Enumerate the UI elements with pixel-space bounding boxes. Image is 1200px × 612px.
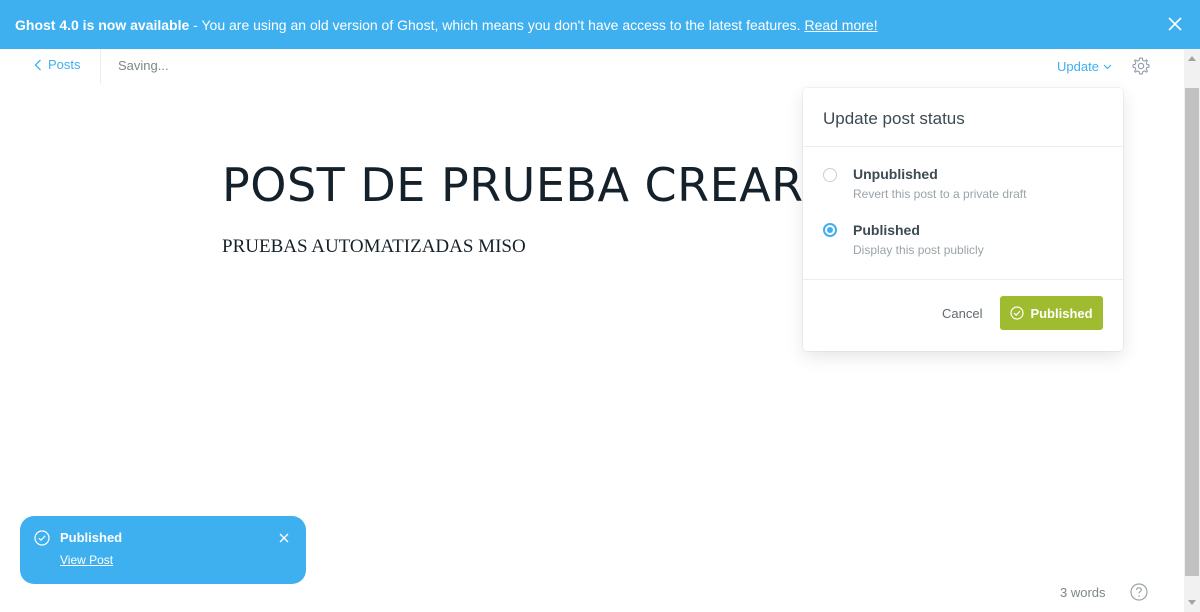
save-status: Saving... bbox=[118, 58, 169, 73]
update-banner: Ghost 4.0 is now available - You are usi… bbox=[0, 0, 1200, 49]
post-body-editor[interactable]: PRUEBAS AUTOMATIZADAS MISO bbox=[222, 236, 526, 258]
toast-title: Published bbox=[60, 530, 123, 545]
word-count: 3 words bbox=[1060, 585, 1106, 600]
published-button[interactable]: Published bbox=[1000, 296, 1103, 330]
unpublished-description: Revert this post to a private draft bbox=[853, 187, 1027, 201]
published-button-label: Published bbox=[1030, 305, 1093, 321]
editor-header: Posts Saving... Update bbox=[0, 49, 1184, 85]
dropdown-title: Update post status bbox=[803, 88, 1123, 147]
unpublished-radio[interactable] bbox=[823, 168, 837, 182]
update-label: Update bbox=[1057, 59, 1099, 74]
published-radio[interactable] bbox=[823, 223, 837, 237]
read-more-link[interactable]: Read more! bbox=[804, 17, 877, 33]
close-icon[interactable] bbox=[278, 532, 290, 544]
scroll-down-arrow-icon[interactable] bbox=[1188, 600, 1196, 605]
banner-message: Ghost 4.0 is now available - You are usi… bbox=[0, 17, 878, 33]
chevron-down-icon bbox=[1103, 64, 1112, 69]
gear-icon[interactable] bbox=[1131, 56, 1151, 76]
post-status-dropdown: Update post status Unpublished Revert th… bbox=[803, 88, 1123, 351]
unpublished-label: Unpublished bbox=[853, 166, 938, 182]
banner-bold-text: Ghost 4.0 is now available bbox=[15, 16, 190, 33]
check-circle-icon bbox=[1010, 306, 1025, 320]
view-post-link[interactable]: View Post bbox=[60, 553, 113, 567]
published-description: Display this post publicly bbox=[853, 243, 984, 257]
header-divider bbox=[100, 49, 101, 84]
banner-text: - You are using an old version of Ghost,… bbox=[189, 16, 805, 33]
check-circle-icon bbox=[34, 530, 50, 546]
help-icon[interactable] bbox=[1130, 583, 1148, 601]
dropdown-divider bbox=[803, 279, 1123, 280]
post-title-input[interactable]: POST DE PRUEBA CREAR bbox=[222, 158, 804, 212]
notification-toast: Published View Post bbox=[20, 516, 306, 584]
back-label: Posts bbox=[48, 57, 81, 72]
published-label: Published bbox=[853, 222, 920, 238]
scroll-up-arrow-icon[interactable] bbox=[1188, 56, 1196, 61]
close-icon[interactable] bbox=[1166, 15, 1184, 33]
chevron-left-icon bbox=[34, 59, 41, 70]
cancel-button[interactable]: Cancel bbox=[942, 306, 982, 321]
back-to-posts-link[interactable]: Posts bbox=[34, 57, 81, 72]
update-dropdown-button[interactable]: Update bbox=[1057, 59, 1112, 74]
scrollbar-thumb[interactable] bbox=[1185, 88, 1199, 576]
